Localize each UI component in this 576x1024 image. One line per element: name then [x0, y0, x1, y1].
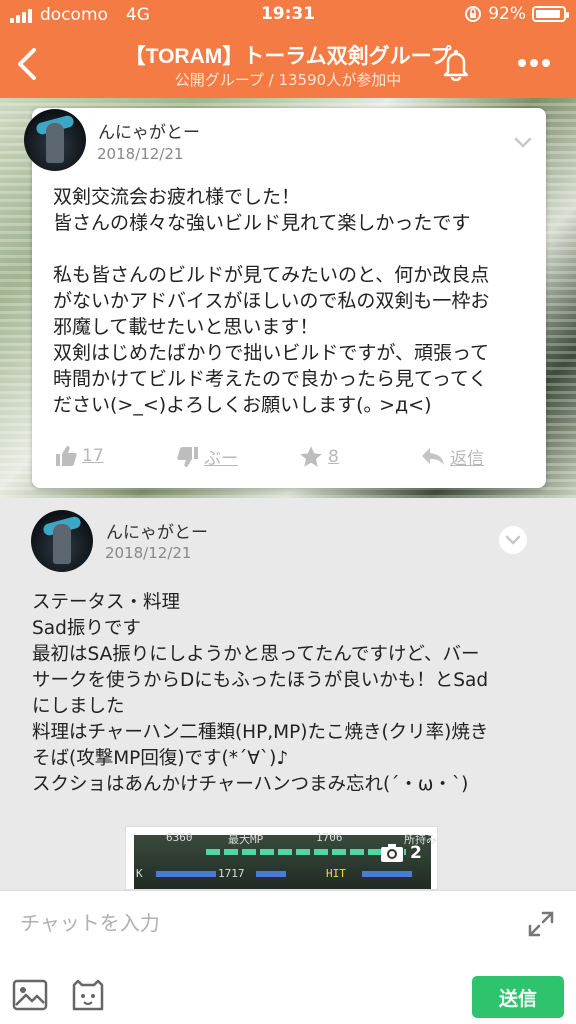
photo-count: 2	[410, 843, 422, 863]
attached-screenshot[interactable]: 6360 最大MP 1706 所持み K 1717 HIT 2	[125, 826, 438, 890]
thumbs-down-icon	[177, 446, 198, 467]
thumbs-up-icon	[56, 446, 77, 466]
hp-value: 6360	[166, 831, 193, 844]
star-count: 8	[328, 447, 339, 467]
avatar[interactable]	[24, 109, 86, 171]
post-date: 2018/12/21	[97, 145, 184, 163]
group-subtitle: 公開グループ / 13590人が参加中	[174, 71, 402, 89]
bell-icon[interactable]	[436, 44, 476, 84]
photo-icon[interactable]	[12, 979, 48, 1011]
boo-label: ぶー	[204, 449, 238, 469]
max-mp-value: 1706	[316, 831, 343, 844]
post-body: ステータス・料理 Sad振りです 最初はSA振りにしようかと思ってたんですけど、…	[32, 592, 489, 795]
reply-arrow-icon	[422, 447, 444, 465]
more-options-icon[interactable]	[512, 48, 556, 78]
like-count: 17	[82, 446, 104, 466]
reply-label: 返信	[450, 449, 484, 469]
like-button[interactable]: 17	[54, 444, 104, 468]
post-actions: 17 ぶー 8 返信	[52, 444, 512, 474]
battery-icon	[532, 6, 569, 22]
hit-label: HIT	[326, 867, 346, 880]
star-icon	[300, 446, 322, 467]
k-label: K	[136, 867, 143, 880]
chevron-down-icon[interactable]	[508, 127, 538, 157]
avatar[interactable]	[31, 510, 93, 572]
star-button[interactable]: 8	[298, 444, 339, 470]
back-arrow-icon[interactable]	[8, 40, 48, 88]
orientation-lock-icon	[465, 6, 482, 22]
expand-icon[interactable]	[526, 909, 556, 939]
sticker-icon[interactable]	[70, 979, 106, 1013]
camera-icon	[381, 844, 403, 862]
group-header: 【TORAM】トーラム双剣グループ 公開グループ / 13590人が参加中	[0, 30, 576, 98]
status-bar: docomo 4G 19:31 92%	[0, 0, 576, 30]
boo-button[interactable]: ぶー	[176, 444, 238, 469]
post-author[interactable]: んにゃがとー	[106, 518, 208, 543]
post-date: 2018/12/21	[105, 544, 192, 562]
post-author[interactable]: んにゃがとー	[98, 118, 200, 143]
group-title[interactable]: 【TORAM】トーラム双剣グループ	[80, 40, 496, 70]
max-mp-label: 最大MP	[228, 833, 264, 846]
chat-input[interactable]: チャットを入力	[20, 907, 160, 936]
chevron-down-icon[interactable]	[498, 525, 528, 555]
battery-percent: 92%	[488, 4, 526, 24]
reply-button[interactable]: 返信	[420, 444, 484, 469]
post-body: 双剣交流会お疲れ様でした！ 皆さんの様々な強いビルド見れて楽しかったです 私も皆…	[53, 186, 490, 416]
send-button[interactable]: 送信	[472, 976, 564, 1018]
value-two: 1717	[218, 867, 245, 880]
